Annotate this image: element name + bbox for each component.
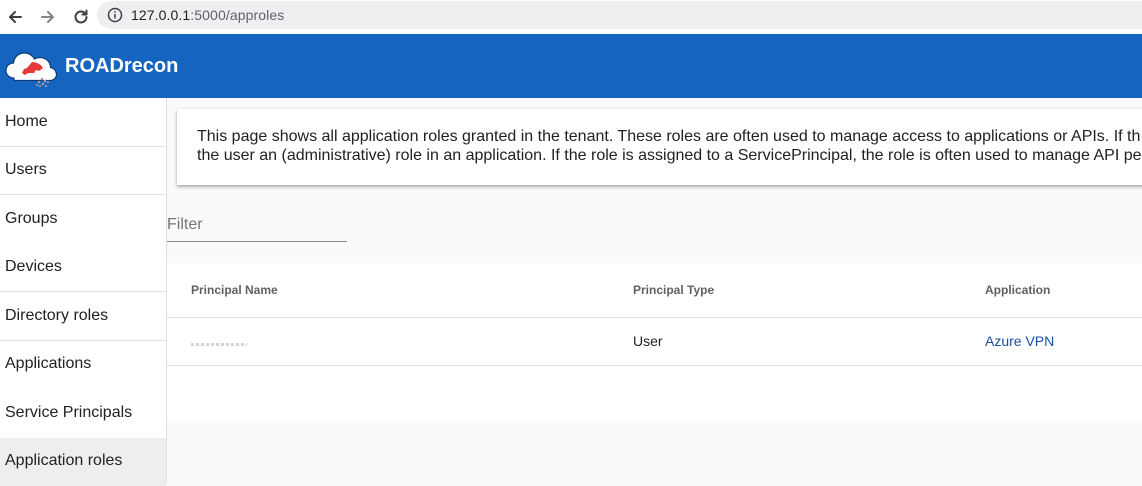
address-bar[interactable]: 127.0.0.1:5000/approles xyxy=(97,1,1142,29)
sidebar: Home Users Groups Devices Directory role… xyxy=(0,98,167,484)
sidebar-item-applications[interactable]: Applications xyxy=(0,341,166,390)
approles-table: Principal Name Principal Type Applicatio… xyxy=(167,263,1142,421)
sidebar-item-users[interactable]: Users xyxy=(0,147,166,196)
app-title[interactable]: ROADrecon xyxy=(65,55,178,78)
principal-name-cell xyxy=(167,317,633,365)
back-button[interactable] xyxy=(0,3,30,31)
info-card: This page shows all application roles gr… xyxy=(177,109,1142,185)
sidebar-item-application-roles[interactable]: Application roles xyxy=(0,438,166,486)
principal-type-cell: User xyxy=(633,317,985,365)
reload-icon xyxy=(72,8,90,26)
info-icon[interactable] xyxy=(107,7,123,23)
redacted-principal-name xyxy=(191,343,247,346)
cloud-logo-icon xyxy=(4,42,58,90)
column-header-application[interactable]: Application xyxy=(985,263,1142,317)
browser-toolbar: 127.0.0.1:5000/approles xyxy=(0,0,1142,33)
main-content: This page shows all application roles gr… xyxy=(167,98,1142,484)
url-path: :5000/approles xyxy=(190,7,284,23)
table-header-row: Principal Name Principal Type Applicatio… xyxy=(167,263,1142,317)
info-text-line-2: the user an (administrative) role in an … xyxy=(197,146,1142,165)
sidebar-item-devices[interactable]: Devices xyxy=(0,244,166,293)
sidebar-item-groups[interactable]: Groups xyxy=(0,195,166,244)
filter-field[interactable] xyxy=(167,212,347,242)
sidebar-item-directory-roles[interactable]: Directory roles xyxy=(0,292,166,341)
sidebar-item-service-principals[interactable]: Service Principals xyxy=(0,389,166,438)
reload-button[interactable] xyxy=(66,3,96,31)
forward-button[interactable] xyxy=(33,3,63,31)
column-header-principal-name[interactable]: Principal Name xyxy=(167,263,633,317)
table-row[interactable]: User Azure VPN xyxy=(167,317,1142,365)
arrow-left-icon xyxy=(6,8,24,26)
application-cell: Azure VPN xyxy=(985,317,1142,365)
app-header: ROADrecon xyxy=(0,34,1142,98)
column-header-principal-type[interactable]: Principal Type xyxy=(633,263,985,317)
url-text[interactable]: 127.0.0.1:5000/approles xyxy=(131,7,284,23)
info-text-line-1: This page shows all application roles gr… xyxy=(197,127,1142,146)
url-host: 127.0.0.1 xyxy=(131,7,190,23)
application-link[interactable]: Azure VPN xyxy=(985,333,1054,349)
sidebar-item-home[interactable]: Home xyxy=(0,98,166,147)
arrow-right-icon xyxy=(39,8,57,26)
filter-input[interactable] xyxy=(167,212,347,234)
